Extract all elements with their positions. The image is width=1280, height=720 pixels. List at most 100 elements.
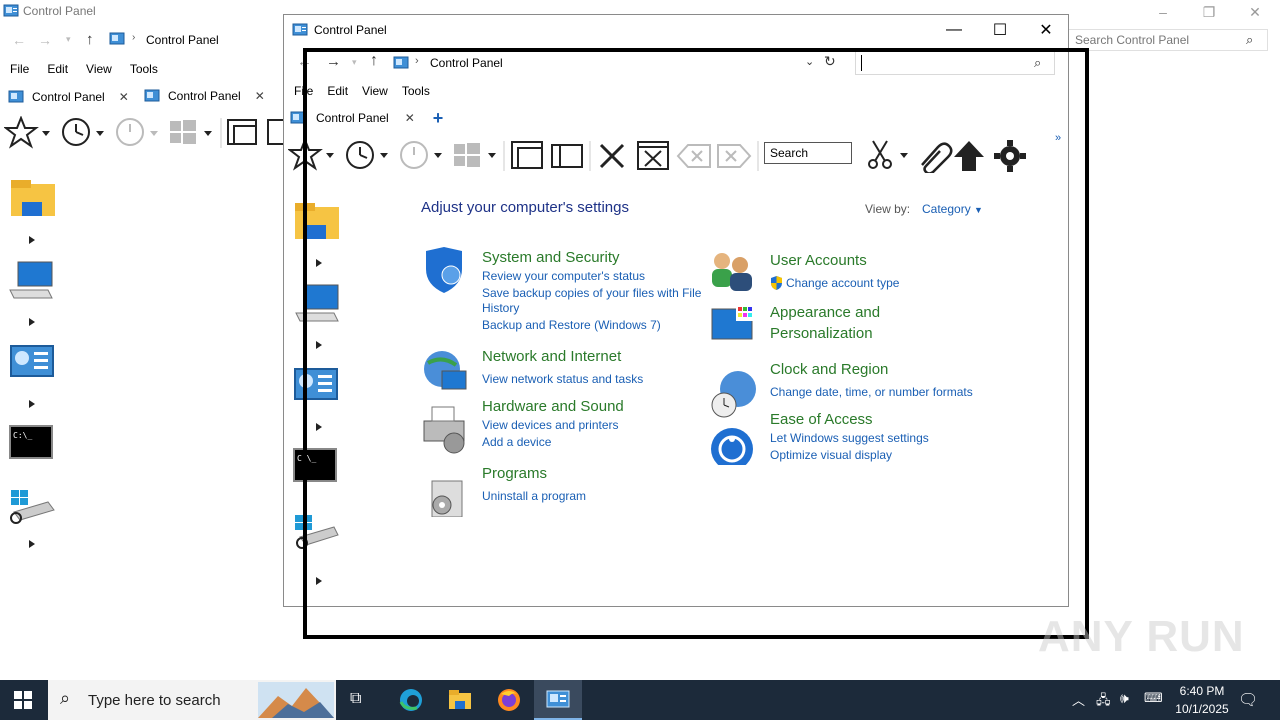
paperclip-icon bbox=[921, 142, 953, 173]
taskbar-search-box[interactable]: ⌕ Type here to search bbox=[48, 680, 336, 720]
history-clock-icon bbox=[62, 118, 104, 146]
ease-of-access-icon bbox=[711, 428, 753, 465]
category-icons-right bbox=[711, 253, 756, 465]
file-explorer-icon[interactable] bbox=[448, 689, 472, 711]
link-add-device[interactable]: Add a device bbox=[482, 435, 551, 449]
up-arrow-icon[interactable]: ↑ bbox=[370, 52, 378, 70]
menu-edit[interactable]: Edit bbox=[47, 62, 68, 76]
category-clock-region[interactable]: Clock and Region bbox=[770, 361, 888, 378]
start-windows-icon[interactable] bbox=[14, 691, 32, 709]
search-icon[interactable]: ⌕ bbox=[1034, 55, 1041, 71]
network-icon[interactable]: 🖧 bbox=[1096, 691, 1111, 713]
control-panel-icon bbox=[3, 4, 19, 18]
category-appearance[interactable]: Appearance and bbox=[770, 304, 880, 321]
svg-text:C:\_: C:\_ bbox=[13, 431, 32, 440]
tab-close-icon[interactable]: ✕ bbox=[405, 111, 415, 125]
language-icon[interactable]: ⌨ bbox=[1144, 690, 1163, 706]
background-address-text[interactable]: Control Panel bbox=[146, 33, 219, 47]
recent-dropdown-icon[interactable]: ▾ bbox=[352, 57, 357, 68]
category-appearance-line2[interactable]: Personalization bbox=[770, 325, 873, 342]
back-arrow-icon[interactable]: ← bbox=[12, 32, 26, 48]
search-input[interactable]: ⌕ bbox=[855, 51, 1055, 75]
link-uninstall-program[interactable]: Uninstall a program bbox=[482, 489, 586, 503]
svg-text:C:\_: C:\_ bbox=[297, 454, 316, 463]
category-user-accounts[interactable]: User Accounts bbox=[770, 252, 867, 269]
up-arrow-icon[interactable]: ↑ bbox=[86, 31, 94, 48]
network-globe-icon bbox=[424, 351, 467, 390]
category-network-internet[interactable]: Network and Internet bbox=[482, 348, 621, 365]
clock-date[interactable]: 10/1/2025 bbox=[1166, 702, 1238, 716]
taskbar-search-placeholder: Type here to search bbox=[88, 692, 221, 709]
menu-tools[interactable]: Tools bbox=[130, 62, 158, 76]
side-icons: C:\_ bbox=[292, 201, 342, 591]
tab-control-panel[interactable]: Control Panel ✕ + bbox=[290, 107, 443, 129]
printer-icon bbox=[423, 406, 465, 454]
tab-control-panel-2[interactable]: Control Panel ✕ bbox=[144, 84, 276, 108]
taskbar-control-panel-button[interactable] bbox=[534, 680, 582, 720]
view-by-dropdown[interactable]: Category ▼ bbox=[922, 202, 983, 216]
new-window-icon bbox=[227, 119, 257, 145]
setup-drive-icon bbox=[295, 515, 339, 549]
appearance-monitor-icon bbox=[711, 305, 756, 340]
toolbar-search-input[interactable]: Search bbox=[764, 142, 852, 164]
search-icon[interactable]: ⌕ bbox=[1246, 32, 1253, 48]
background-search-input[interactable]: Search Control Panel bbox=[1068, 29, 1268, 51]
close-button[interactable]: ✕ bbox=[1023, 15, 1069, 45]
forward-arrow-icon[interactable]: → bbox=[326, 53, 341, 70]
link-network-status[interactable]: View network status and tasks bbox=[482, 372, 643, 386]
favorites-star-icon bbox=[4, 116, 50, 149]
link-file-history-cont[interactable]: History bbox=[482, 301, 519, 315]
menu-bar: File Edit View Tools bbox=[294, 84, 444, 98]
address-dropdown-icon[interactable]: ⌄ bbox=[805, 55, 814, 68]
edge-browser-icon[interactable] bbox=[399, 688, 423, 712]
menu-view[interactable]: View bbox=[362, 84, 388, 98]
tab-control-panel-1[interactable]: Control Panel ✕ bbox=[8, 86, 140, 108]
minimize-button[interactable]: – bbox=[1140, 0, 1186, 24]
toolbar bbox=[288, 137, 1068, 173]
setup-drive-icon bbox=[10, 490, 55, 524]
link-date-time-formats[interactable]: Change date, time, or number formats bbox=[770, 385, 973, 399]
task-view-icon[interactable]: ⧉ bbox=[350, 690, 361, 708]
menu-edit[interactable]: Edit bbox=[327, 84, 348, 98]
address-bar[interactable]: › Control Panel ⌄ bbox=[389, 52, 819, 74]
new-tab-plus-icon[interactable]: + bbox=[433, 108, 444, 129]
background-toolbar bbox=[4, 116, 284, 150]
computer-icon bbox=[295, 284, 339, 322]
category-programs[interactable]: Programs bbox=[482, 465, 547, 482]
close-button[interactable]: ✕ bbox=[1232, 0, 1278, 24]
close-x-icon bbox=[599, 143, 625, 169]
menu-file[interactable]: File bbox=[294, 84, 313, 98]
forward-arrow-icon[interactable]: → bbox=[38, 32, 52, 48]
refresh-icon[interactable]: ↻ bbox=[824, 53, 836, 70]
shield-icon bbox=[426, 247, 462, 293]
notifications-icon[interactable]: 🗨 bbox=[1238, 690, 1258, 710]
tab-close-icon[interactable]: ✕ bbox=[119, 90, 129, 104]
category-ease-of-access[interactable]: Ease of Access bbox=[770, 411, 873, 428]
maximize-button[interactable]: ❐ bbox=[1186, 0, 1232, 24]
category-system-security[interactable]: System and Security bbox=[482, 249, 620, 266]
recent-dropdown-icon[interactable]: ▾ bbox=[66, 34, 71, 45]
menu-tools[interactable]: Tools bbox=[402, 84, 430, 98]
volume-icon[interactable]: 🕪 bbox=[1120, 690, 1129, 707]
tab-close-icon[interactable]: ✕ bbox=[255, 89, 265, 103]
link-review-status[interactable]: Review your computer's status bbox=[482, 269, 645, 283]
link-file-history[interactable]: Save backup copies of your files with Fi… bbox=[482, 286, 701, 300]
link-backup-restore[interactable]: Backup and Restore (Windows 7) bbox=[482, 318, 661, 332]
show-hidden-icons-chevron-icon[interactable]: ︿ bbox=[1072, 690, 1085, 709]
menu-view[interactable]: View bbox=[86, 62, 112, 76]
panel-toggle-icon bbox=[551, 144, 583, 168]
link-optimize-display[interactable]: Optimize visual display bbox=[770, 448, 892, 462]
toolbar-overflow-icon[interactable]: » bbox=[1055, 132, 1061, 144]
firefox-icon[interactable] bbox=[497, 688, 521, 712]
menu-file[interactable]: File bbox=[10, 62, 29, 76]
category-hardware-sound[interactable]: Hardware and Sound bbox=[482, 398, 624, 415]
link-suggest-settings[interactable]: Let Windows suggest settings bbox=[770, 431, 929, 445]
link-devices-printers[interactable]: View devices and printers bbox=[482, 418, 619, 432]
clock-time[interactable]: 6:40 PM bbox=[1170, 684, 1234, 698]
clock-globe-icon bbox=[711, 371, 756, 418]
maximize-button[interactable]: ☐ bbox=[977, 15, 1023, 45]
minimize-button[interactable]: — bbox=[931, 15, 977, 45]
link-change-account-type[interactable]: Change account type bbox=[786, 276, 899, 290]
back-arrow-icon[interactable]: ← bbox=[297, 53, 312, 70]
gear-icon bbox=[994, 140, 1026, 172]
